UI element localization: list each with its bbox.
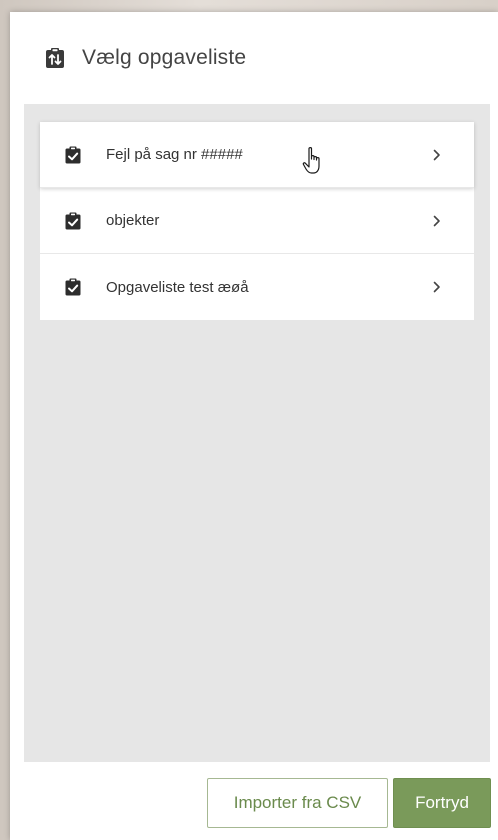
choose-tasklist-dialog: Vælg opgaveliste Fejl på sag nr ##### ob… [10,12,498,840]
list-item-label: Opgaveliste test æøå [106,278,249,296]
dialog-title: Vælg opgaveliste [82,46,247,69]
chevron-right-icon [430,280,444,294]
tasklist-list: Fejl på sag nr ##### objekter Opgavelist… [40,122,474,320]
tasklist-panel: Fejl på sag nr ##### objekter Opgavelist… [24,104,490,762]
import-csv-button[interactable]: Importer fra CSV [207,778,388,828]
list-item-label: Fejl på sag nr ##### [106,146,243,163]
clipboard-check-icon [64,212,82,230]
clipboard-check-icon [64,146,82,164]
dialog-footer: Importer fra CSV Fortryd [10,778,498,830]
chevron-right-icon [430,148,444,162]
clipboard-swap-icon [44,47,66,69]
list-item-label: objekter [106,212,160,229]
list-item[interactable]: Opgaveliste test æøå [40,254,474,320]
hand-pointer-cursor-icon [302,146,326,176]
list-item[interactable]: objekter [40,188,474,254]
clipboard-check-icon [64,278,82,296]
cancel-button[interactable]: Fortryd [393,778,491,828]
list-item[interactable]: Fejl på sag nr ##### [40,122,474,188]
chevron-right-icon [430,214,444,228]
dialog-header: Vælg opgaveliste [10,12,498,104]
